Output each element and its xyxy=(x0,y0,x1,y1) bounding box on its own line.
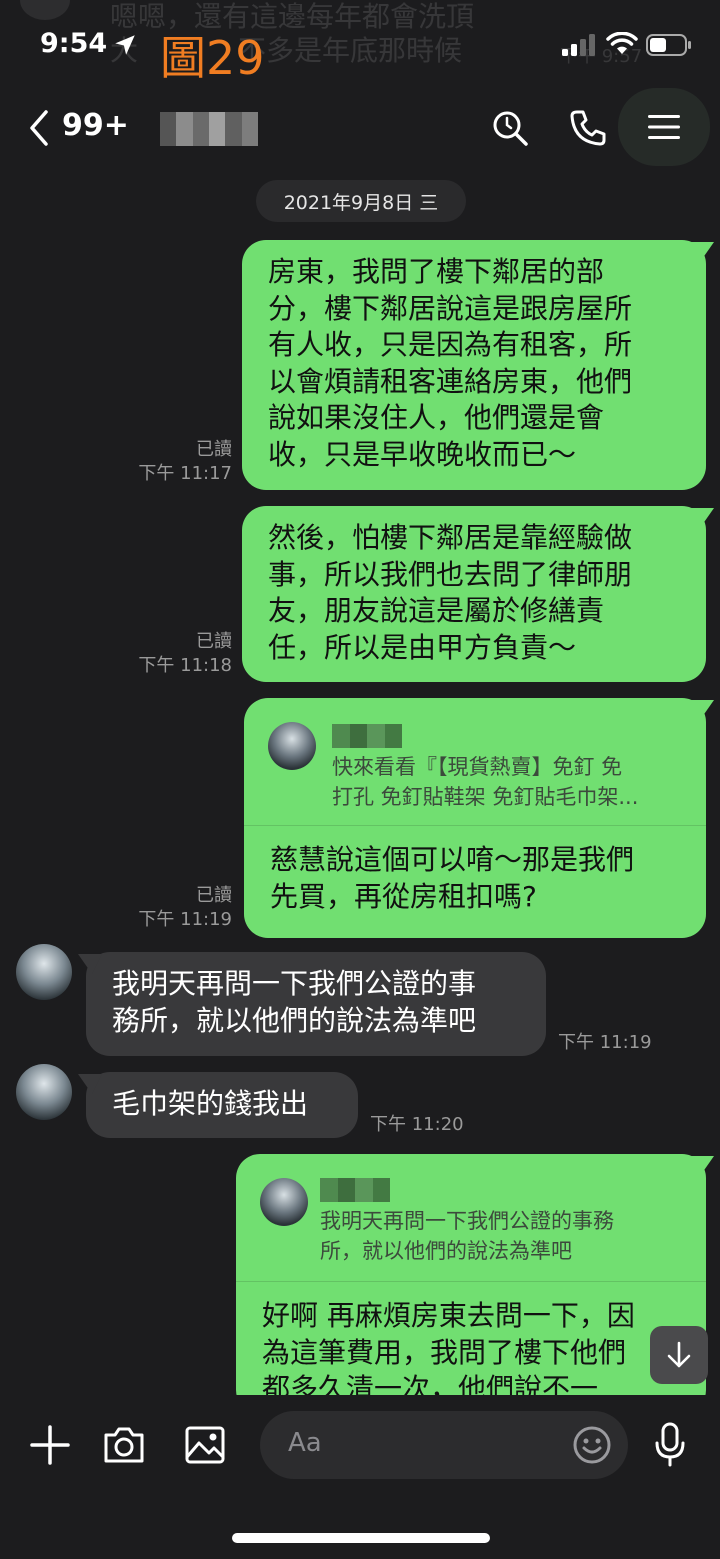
message-meta: 已讀 下午 11:18 xyxy=(120,630,232,678)
message-text: 好啊 再麻煩房東去問一下，因 為這筆費用，我問了樓下他們 都多久清一次，他們說不… xyxy=(262,1299,635,1405)
contact-avatar[interactable] xyxy=(16,944,72,1000)
camera-icon[interactable] xyxy=(102,1425,146,1465)
message-text: 然後，怕樓下鄰居是靠經驗做 事，所以我們也去問了律師朋 友，朋友說這是屬於修繕責… xyxy=(268,521,633,664)
contact-avatar[interactable] xyxy=(16,1064,72,1120)
unread-count[interactable]: 99+ xyxy=(62,108,129,143)
message-meta: 已讀 下午 11:19 xyxy=(120,884,232,932)
arrow-down-icon xyxy=(667,1341,691,1368)
battery-icon xyxy=(646,34,691,56)
cellular-signal-icon xyxy=(562,34,595,56)
message-input-placeholder: Aa xyxy=(288,1428,322,1458)
quoted-message[interactable]: 我明天再問一下我們公證的事務 所，就以他們的說法為準吧 xyxy=(236,1154,706,1282)
message-time: 下午 11:18 xyxy=(138,655,232,676)
search-icon[interactable] xyxy=(490,108,530,148)
home-indicator[interactable] xyxy=(232,1533,490,1543)
emoji-icon[interactable] xyxy=(572,1425,612,1465)
input-bar: Aa xyxy=(0,1395,720,1559)
plus-icon[interactable] xyxy=(30,1425,70,1465)
quoted-avatar xyxy=(260,1178,308,1226)
scroll-to-bottom-button[interactable] xyxy=(650,1326,708,1384)
message-text: 慈慧說這個可以唷～那是我們 先買，再從房租扣嗎? xyxy=(270,843,635,913)
message-bubble-incoming[interactable]: 毛巾架的錢我出 xyxy=(78,1072,358,1138)
message-text: 我明天再問一下我們公證的事 務所，就以他們的說法為準吧 xyxy=(112,967,477,1037)
message-bubble-outgoing-reply[interactable]: 我明天再問一下我們公證的事務 所，就以他們的說法為準吧 好啊 再麻煩房東去問一下… xyxy=(236,1154,706,1414)
message-bubble-incoming[interactable]: 我明天再問一下我們公證的事 務所，就以他們的說法為準吧 xyxy=(78,952,546,1056)
bubble-tail xyxy=(690,1156,714,1176)
quoted-name-blurred xyxy=(332,724,402,748)
date-separator: 2021年9月8日 三 xyxy=(256,180,466,222)
image-gallery-icon[interactable] xyxy=(184,1425,226,1465)
message-time: 下午 11:17 xyxy=(138,463,232,484)
message-time: 下午 11:19 xyxy=(558,1032,652,1053)
message-text: 毛巾架的錢我出 xyxy=(112,1087,309,1120)
ghost-avatar xyxy=(20,0,70,20)
quoted-message[interactable]: 快來看看『【現貨熱賣】免釘 免 打孔 免釘貼鞋架 免釘貼毛巾架... xyxy=(244,698,706,826)
message-text: 房東，我問了樓下鄰居的部 分，樓下鄰居說這是跟房屋所 有人收，只是因為有租客，所… xyxy=(268,255,633,471)
figure-label: 圖29 xyxy=(160,31,265,85)
status-time: 9:54 xyxy=(40,28,108,59)
read-receipt: 已讀 xyxy=(196,885,232,906)
quoted-text: 我明天再問一下我們公證的事務 所，就以他們的說法為準吧 xyxy=(320,1209,614,1263)
bubble-tail xyxy=(690,508,714,528)
quoted-text: 快來看看『【現貨熱賣】免釘 免 打孔 免釘貼鞋架 免釘貼毛巾架... xyxy=(332,755,639,809)
back-chevron-icon[interactable] xyxy=(24,108,54,148)
location-arrow-icon xyxy=(115,35,135,55)
message-bubble-outgoing-reply[interactable]: 快來看看『【現貨熱賣】免釘 免 打孔 免釘貼鞋架 免釘貼毛巾架... 慈慧說這個… xyxy=(244,698,714,938)
bubble-tail xyxy=(78,1074,102,1094)
message-bubble-outgoing[interactable]: 房東，我問了樓下鄰居的部 分，樓下鄰居說這是跟房屋所 有人收，只是因為有租客，所… xyxy=(242,240,714,490)
read-receipt: 已讀 xyxy=(196,631,232,652)
message-bubble-outgoing[interactable]: 然後，怕樓下鄰居是靠經驗做 事，所以我們也去問了律師朋 友，朋友說這是屬於修繕責… xyxy=(242,506,714,682)
phone-call-icon[interactable] xyxy=(568,108,608,148)
message-meta: 已讀 下午 11:17 xyxy=(120,438,232,486)
bubble-tail xyxy=(78,954,102,974)
quoted-name-blurred xyxy=(320,1178,390,1202)
wifi-icon xyxy=(606,32,638,54)
read-receipt: 已讀 xyxy=(196,439,232,460)
microphone-icon[interactable] xyxy=(652,1421,688,1469)
hamburger-menu-icon xyxy=(648,115,680,139)
quoted-avatar xyxy=(268,722,316,770)
contact-name-blurred xyxy=(160,112,258,146)
message-time: 下午 11:20 xyxy=(370,1114,464,1135)
bubble-tail xyxy=(690,242,714,262)
menu-button[interactable] xyxy=(618,88,710,166)
message-input[interactable]: Aa xyxy=(260,1411,628,1479)
message-time: 下午 11:19 xyxy=(138,909,232,930)
